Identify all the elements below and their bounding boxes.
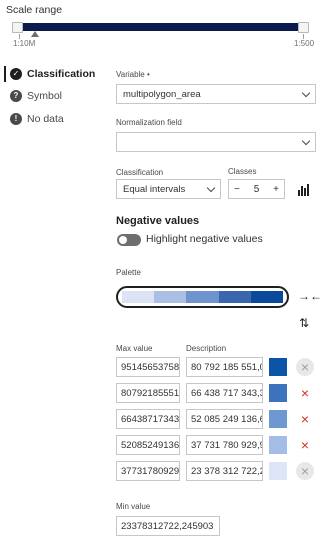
nav-item-no-data[interactable]: ! No data (10, 113, 64, 125)
remove-class-button[interactable]: × (296, 410, 314, 428)
remove-class-button[interactable]: × (296, 462, 314, 480)
classification-label: Classification (116, 168, 164, 177)
palette-swatch (154, 291, 187, 303)
variable-value: multipolygon_area (123, 88, 201, 100)
nav-item-label: Symbol (27, 90, 63, 102)
description-input[interactable]: 37 731 780 929,9 (186, 435, 263, 455)
classification-value: Equal intervals (123, 183, 186, 195)
max-value-header: Max value (116, 344, 153, 353)
class-color-swatch[interactable] (269, 384, 287, 402)
scale-range-title: Scale range (6, 4, 63, 16)
min-value-label: Min value (116, 502, 151, 511)
normalization-label: Normalization field (116, 118, 182, 127)
negative-values-heading: Negative values (116, 215, 200, 227)
palette-swatch (218, 291, 251, 303)
variable-select[interactable]: multipolygon_area (116, 84, 316, 104)
increment-button[interactable]: + (273, 184, 279, 195)
max-value-input[interactable]: 80792185551 (116, 383, 180, 403)
chevron-down-icon (206, 183, 216, 192)
normalization-select[interactable] (116, 132, 316, 152)
nav-item-symbol[interactable]: ? Symbol (10, 90, 62, 102)
class-color-swatch[interactable] (269, 436, 287, 454)
current-scale-marker-icon (31, 31, 39, 37)
nav-item-label: No data (27, 113, 64, 125)
classes-stepper[interactable]: − 5 + (228, 179, 285, 199)
scale-max-label: 1:500 (294, 39, 315, 48)
palette-swatch (250, 291, 284, 303)
description-input[interactable]: 52 085 249 136,6 (186, 409, 263, 429)
description-input[interactable]: 80 792 185 551,0 (186, 357, 263, 377)
description-header: Description (186, 344, 227, 353)
toggle-knob (119, 236, 127, 244)
exclamation-circle-icon: ! (10, 113, 22, 125)
max-value-input[interactable]: 52085249136 (116, 435, 180, 455)
classification-select[interactable]: Equal intervals (116, 179, 221, 199)
highlight-negative-label: Highlight negative values (146, 233, 263, 245)
max-value-input[interactable]: 95145653758 (116, 357, 180, 377)
remove-class-button[interactable]: × (296, 384, 314, 402)
remove-class-button[interactable]: × (296, 436, 314, 454)
scale-range-track[interactable] (13, 23, 305, 31)
scale-range-min-handle[interactable] (12, 22, 23, 33)
nav-item-label: Classification (27, 68, 96, 80)
scale-min-label: 1:10M (13, 39, 36, 48)
description-input[interactable]: 23 378 312 722,2 (186, 461, 263, 481)
histogram-icon[interactable] (298, 184, 310, 196)
max-value-input[interactable]: 66438717343 (116, 409, 180, 429)
chevron-down-icon (301, 88, 311, 97)
swap-order-icon[interactable]: ⇅ (299, 316, 309, 330)
nav-item-classification[interactable]: ✓ Classification (10, 68, 95, 80)
description-input[interactable]: 66 438 717 343,3 (186, 383, 263, 403)
scale-range-max-handle[interactable] (298, 22, 309, 33)
decrement-button[interactable]: − (234, 184, 240, 195)
check-circle-icon: ✓ (10, 68, 22, 80)
class-color-swatch[interactable] (269, 462, 287, 480)
class-color-swatch[interactable] (269, 358, 287, 376)
classes-value[interactable]: 5 (254, 184, 260, 195)
classes-label: Classes (228, 167, 257, 176)
palette-swatch (122, 291, 155, 303)
remove-class-button[interactable]: × (296, 358, 314, 376)
max-value-input[interactable]: 37731780929 (116, 461, 180, 481)
nav-active-indicator (4, 66, 6, 82)
reverse-palette-icon[interactable]: →← (298, 289, 322, 303)
min-value-input[interactable]: 23378312722,245903 (116, 516, 220, 536)
palette-swatch (186, 291, 219, 303)
chevron-down-icon (301, 136, 311, 145)
palette-picker[interactable] (116, 286, 289, 308)
variable-label: Variable • (116, 70, 150, 79)
palette-label: Palette (116, 268, 141, 277)
class-color-swatch[interactable] (269, 410, 287, 428)
question-circle-icon: ? (10, 90, 22, 102)
